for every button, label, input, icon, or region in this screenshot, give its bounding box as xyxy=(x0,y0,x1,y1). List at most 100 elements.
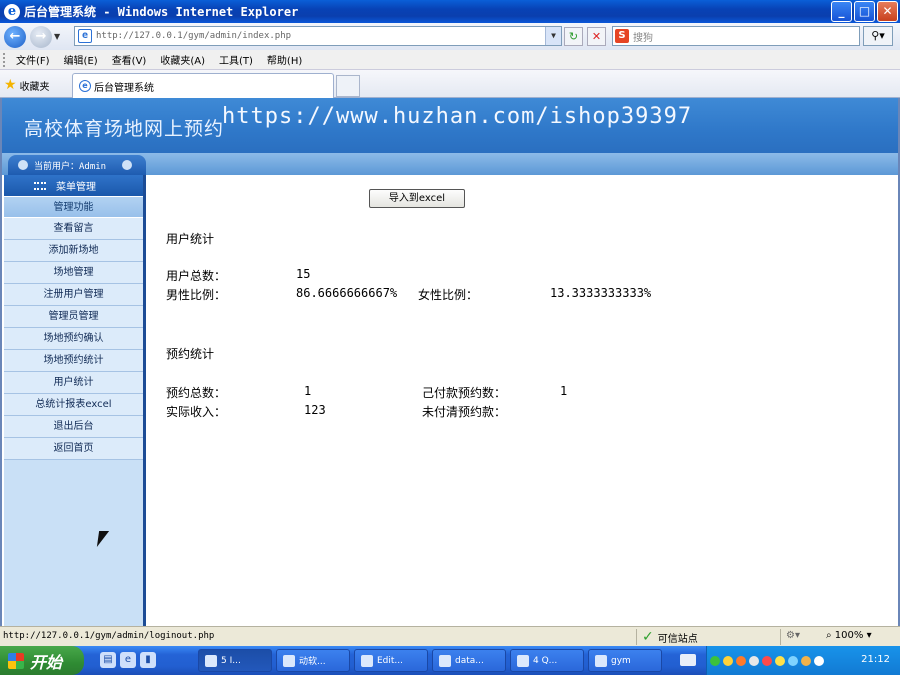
menu-edit[interactable]: 编辑(E) xyxy=(57,52,105,67)
favorites-button[interactable]: ★ 收藏夹 xyxy=(4,77,50,93)
menu-help[interactable]: 帮助(H) xyxy=(260,52,309,67)
history-dropdown-icon[interactable]: ▼ xyxy=(54,32,60,41)
task-button-gym-folder[interactable]: gym xyxy=(588,649,662,672)
tray-icon[interactable] xyxy=(723,655,733,666)
female-ratio-value: 13.3333333333% xyxy=(550,286,652,300)
task-button-dongruan[interactable]: 动软... xyxy=(276,649,350,672)
site-title: 高校体育场地网上预约 xyxy=(24,118,225,140)
minimize-button[interactable]: _ xyxy=(831,1,852,22)
windows-logo-icon xyxy=(8,652,24,669)
user-stats-heading: 用户统计 xyxy=(166,232,215,246)
menu-view[interactable]: 查看(V) xyxy=(105,52,154,67)
address-url: http://127.0.0.1/gym/admin/index.php xyxy=(96,31,292,41)
menu-bar: 文件(F) 编辑(E) 查看(V) 收藏夹(A) 工具(T) 帮助(H) xyxy=(0,50,900,70)
clock[interactable]: 21:12 xyxy=(861,654,890,665)
unpaid-bookings-label: 未付清预约款： xyxy=(422,405,507,419)
task-button-data[interactable]: data... xyxy=(432,649,506,672)
keyboard-icon[interactable] xyxy=(680,654,696,666)
status-url: http://127.0.0.1/gym/admin/loginout.php xyxy=(3,631,215,641)
booking-total-value: 1 xyxy=(304,384,312,398)
sidebar-item-logout[interactable]: 退出后台 xyxy=(4,416,143,438)
refresh-icon[interactable]: ↻ xyxy=(564,27,583,46)
knob-icon xyxy=(18,160,28,170)
female-ratio-label: 女性比例： xyxy=(418,288,479,302)
sidebar-item-admin-management[interactable]: 管理员管理 xyxy=(4,306,143,328)
maximize-button[interactable]: □ xyxy=(854,1,875,22)
tray-icon[interactable] xyxy=(801,655,811,666)
tab-admin[interactable]: e 后台管理系统 xyxy=(72,73,334,98)
sidebar-item-home[interactable]: 返回首页 xyxy=(4,438,143,460)
new-tab-button[interactable] xyxy=(336,75,360,97)
task-button-edit[interactable]: Edit... xyxy=(354,649,428,672)
sidebar-item-user-stats[interactable]: 用户统计 xyxy=(4,372,143,394)
sidebar-header-label: 菜单管理 xyxy=(56,182,96,193)
qq-icon xyxy=(517,654,529,667)
address-toolbar: ← → ▼ e http://127.0.0.1/gym/admin/index… xyxy=(0,23,900,50)
window-title-bar[interactable]: e 后台管理系统 - Windows Internet Explorer _ □… xyxy=(0,0,900,23)
ie-icon: e xyxy=(4,3,20,20)
sidebar-item-user-management[interactable]: 注册用户管理 xyxy=(4,284,143,306)
quick-launch: ▤ e ▮ xyxy=(100,652,156,668)
tab-page-icon: e xyxy=(79,80,91,92)
watermark-text: https://www.huzhan.com/ishop39397 xyxy=(222,104,693,129)
ie-quick-icon[interactable]: e xyxy=(120,652,136,668)
zoom-control[interactable]: ⌕ 100% ▾ xyxy=(826,630,872,641)
knob-icon xyxy=(122,160,132,170)
tray-icon[interactable] xyxy=(762,655,772,666)
window-title: 后台管理系统 - Windows Internet Explorer xyxy=(24,5,299,19)
back-button[interactable]: ← xyxy=(4,25,26,48)
sidebar-item-booking-stats[interactable]: 场地预约统计 xyxy=(4,350,143,372)
income-value: 123 xyxy=(304,403,326,417)
main-content: 导入到excel 用户统计 用户总数： 15 男性比例： 86.66666666… xyxy=(150,175,898,626)
start-button[interactable]: 开始 xyxy=(0,646,84,675)
search-placeholder: 搜狗 xyxy=(633,32,653,44)
paid-bookings-label: 己付款预约数： xyxy=(422,386,507,400)
page-viewport: 高校体育场地网上预约 https://www.huzhan.com/ishop3… xyxy=(0,98,900,626)
sidebar-item-excel-report[interactable]: 总统计报表excel xyxy=(4,394,143,416)
folder-icon[interactable]: ▤ xyxy=(100,652,116,668)
booking-total-label: 预约总数： xyxy=(166,386,227,400)
start-label: 开始 xyxy=(30,652,63,672)
tray-icon[interactable] xyxy=(788,655,798,666)
page-icon: e xyxy=(78,29,92,43)
male-ratio-value: 86.6666666667% xyxy=(296,286,398,300)
sidebar-item-venue-management[interactable]: 场地管理 xyxy=(4,262,143,284)
tab-label: 后台管理系统 xyxy=(94,82,154,94)
menu-favorites[interactable]: 收藏夹(A) xyxy=(153,52,212,67)
zoom-dropdown-icon: ▾ xyxy=(866,630,872,641)
paid-bookings-value: 1 xyxy=(560,384,568,398)
current-user-tab: 当前用户：Admin xyxy=(8,155,146,175)
export-excel-button[interactable]: 导入到excel xyxy=(369,189,465,208)
tray-icon[interactable] xyxy=(736,655,746,666)
tray-icon[interactable] xyxy=(775,655,785,666)
protected-mode-icon[interactable]: ⚙▾ xyxy=(786,630,800,641)
tray-icon[interactable] xyxy=(749,655,759,666)
status-divider xyxy=(780,629,781,645)
search-button[interactable]: ⚲▾ xyxy=(863,26,893,46)
security-zone[interactable]: ✓ 可信站点 xyxy=(642,629,698,645)
status-divider xyxy=(636,629,637,645)
task-label: Edit... xyxy=(377,655,404,666)
sidebar-item-messages[interactable]: 查看留言 xyxy=(4,218,143,240)
task-label: data... xyxy=(455,655,484,666)
menu-file[interactable]: 文件(F) xyxy=(9,52,57,67)
close-button[interactable]: ✕ xyxy=(877,1,898,22)
taskbar: 开始 ▤ e ▮ 5 I... 动软... Edit... data... 4 … xyxy=(0,646,900,675)
menu-tools[interactable]: 工具(T) xyxy=(212,52,260,67)
site-banner: 高校体育场地网上预约 https://www.huzhan.com/ishop3… xyxy=(2,98,898,153)
address-input[interactable]: e http://127.0.0.1/gym/admin/index.php ▼ xyxy=(74,26,562,46)
zoom-icon: ⌕ xyxy=(826,630,832,641)
checkmark-icon: ✓ xyxy=(642,629,654,645)
forward-button[interactable]: → xyxy=(30,25,52,48)
task-button-ie[interactable]: 5 I... xyxy=(198,649,272,672)
tray-icon[interactable] xyxy=(710,655,720,666)
app-quick-icon[interactable]: ▮ xyxy=(140,652,156,668)
tray-icon[interactable] xyxy=(814,655,824,666)
sidebar-item-booking-confirm[interactable]: 场地预约确认 xyxy=(4,328,143,350)
task-button-qq[interactable]: 4 Q... xyxy=(510,649,584,672)
stop-icon[interactable]: ✕ xyxy=(587,27,606,46)
address-dropdown-icon[interactable]: ▼ xyxy=(545,27,561,45)
tab-row: ★ 收藏夹 e 后台管理系统 xyxy=(0,70,900,98)
sidebar-item-add-venue[interactable]: 添加新场地 xyxy=(4,240,143,262)
search-input[interactable]: S 搜狗 xyxy=(612,26,860,46)
